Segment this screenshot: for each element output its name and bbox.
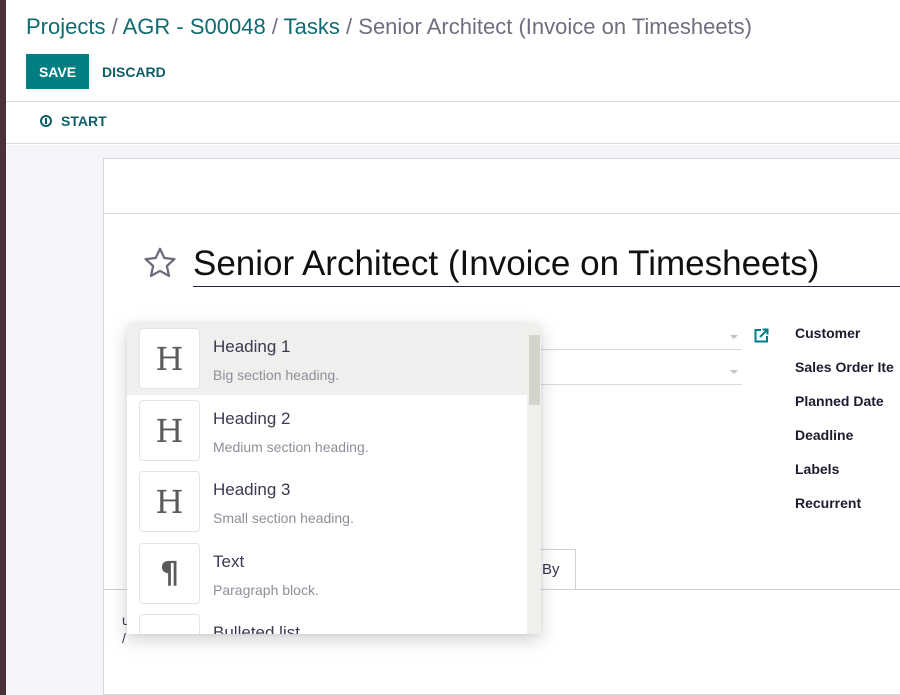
external-link-icon[interactable] xyxy=(752,327,770,345)
label-planned-date: Planned Date xyxy=(795,393,884,409)
breadcrumb-sale-order[interactable]: AGR - S00048 xyxy=(123,14,266,39)
chevron-down-icon[interactable] xyxy=(730,335,738,339)
powerbox-list: H Heading 1 Big section heading. H Headi… xyxy=(127,323,527,634)
breadcrumb-separator: / xyxy=(271,14,284,39)
powerbox-item-title: Heading 3 xyxy=(213,480,291,499)
start-timer-button[interactable]: START xyxy=(40,113,107,129)
powerbox-item-description: Big section heading. xyxy=(213,367,340,383)
breadcrumb-separator: / xyxy=(111,14,123,39)
heading-icon: H xyxy=(139,328,200,389)
powerbox-item-bulleted-list[interactable]: Bulleted list xyxy=(127,609,527,634)
sheet-header xyxy=(104,159,900,214)
breadcrumb: Projects / AGR - S00048 / Tasks / Senior… xyxy=(26,14,752,40)
powerbox-item-text[interactable]: ¶ Text Paragraph block. xyxy=(127,538,527,610)
label-deadline: Deadline xyxy=(795,427,854,443)
heading-icon: H xyxy=(139,400,200,461)
powerbox-scrollbar-thumb[interactable] xyxy=(529,335,540,405)
breadcrumb-tasks[interactable]: Tasks xyxy=(284,14,340,39)
powerbox-item-title: Text xyxy=(213,552,245,571)
powerbox-item-heading-3[interactable]: H Heading 3 Small section heading. xyxy=(127,466,527,538)
star-outline-icon[interactable] xyxy=(142,245,178,281)
powerbox-item-title: Bulleted list xyxy=(213,623,300,634)
bulleted-list-icon xyxy=(139,614,200,634)
powerbox-item-heading-2[interactable]: H Heading 2 Medium section heading. xyxy=(127,395,527,467)
heading-icon: H xyxy=(139,471,200,532)
powerbox-item-description: Paragraph block. xyxy=(213,582,319,598)
task-title-input[interactable]: Senior Architect (Invoice on Timesheets) xyxy=(193,244,900,287)
breadcrumb-current: Senior Architect (Invoice on Timesheets) xyxy=(358,14,752,39)
powerbox-item-description: Medium section heading. xyxy=(213,439,369,455)
powerbox-item-title: Heading 2 xyxy=(213,409,291,428)
form-statusbar: START xyxy=(6,103,900,144)
paragraph-icon: ¶ xyxy=(139,543,200,604)
powerbox-command-menu: H Heading 1 Big section heading. H Headi… xyxy=(127,323,541,634)
clock-icon xyxy=(40,115,52,127)
breadcrumb-separator: / xyxy=(346,14,359,39)
breadcrumb-projects[interactable]: Projects xyxy=(26,14,105,39)
label-labels: Labels xyxy=(795,461,840,477)
powerbox-item-heading-1[interactable]: H Heading 1 Big section heading. xyxy=(127,323,527,395)
powerbox-item-description: Small section heading. xyxy=(213,510,354,526)
chevron-down-icon[interactable] xyxy=(730,370,738,374)
project-field-underline[interactable] xyxy=(524,349,742,350)
control-panel: Projects / AGR - S00048 / Tasks / Senior… xyxy=(6,0,900,102)
discard-button[interactable]: DISCARD xyxy=(102,54,166,89)
save-button[interactable]: SAVE xyxy=(26,54,89,89)
label-customer: Customer xyxy=(795,325,861,341)
powerbox-item-title: Heading 1 xyxy=(213,337,291,356)
start-label: START xyxy=(61,113,107,129)
label-sales-order-item: Sales Order Ite xyxy=(795,359,894,375)
label-recurrent: Recurrent xyxy=(795,495,862,511)
assignee-field-underline[interactable] xyxy=(524,384,742,385)
